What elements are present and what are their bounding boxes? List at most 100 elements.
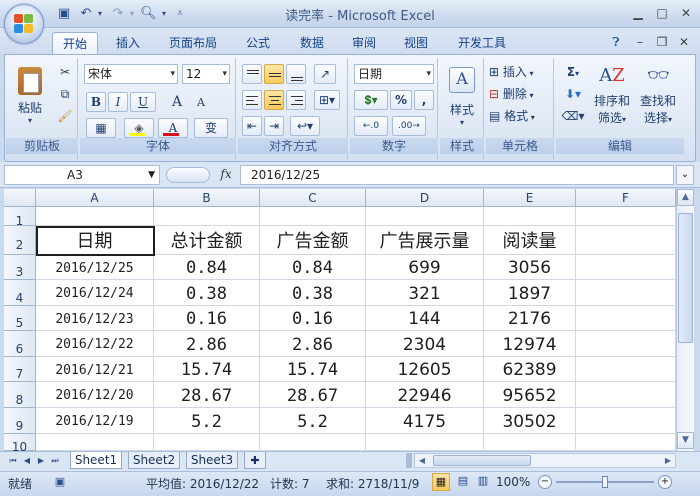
column-title-cell[interactable]: 广告金额 (260, 226, 366, 255)
row-header-2[interactable]: 2 (4, 226, 36, 255)
value-cell[interactable]: 22946 (366, 382, 484, 408)
horizontal-scroll-thumb[interactable] (433, 455, 531, 466)
increase-decimal-icon[interactable]: ←.0 (354, 116, 388, 136)
value-cell[interactable]: 12605 (366, 357, 484, 382)
value-cell[interactable]: 62389 (484, 357, 576, 382)
format-cells-button[interactable]: ▤ 格式 ▾ (488, 106, 552, 126)
value-cell[interactable]: 699 (366, 255, 484, 280)
cell[interactable] (154, 207, 260, 226)
delete-cells-button[interactable]: ⊟ 删除 ▾ (488, 84, 552, 104)
spreadsheet-grid[interactable]: ABCDEF 1 2 3 4 5 6 7 8 9 10 日期 总计金额 广告金额 广告展示量 阅读量 201… (4, 189, 676, 451)
paste-button[interactable]: 粘贴 ▾ (10, 62, 50, 130)
workbook-restore-icon[interactable]: ❐ (652, 34, 672, 50)
cell[interactable] (36, 434, 154, 451)
vertical-scrollbar[interactable]: ▲ ▼ (676, 189, 694, 451)
value-cell[interactable]: 5.2 (260, 408, 366, 434)
page-break-view-icon[interactable]: ▥ (474, 473, 492, 491)
tab-page-layout[interactable]: 页面布局 (162, 32, 224, 54)
date-cell[interactable]: 2016/12/19 (36, 408, 154, 434)
cell[interactable] (576, 207, 676, 226)
horizontal-scrollbar[interactable]: ◀ ▶ (414, 453, 676, 468)
row-header-5[interactable]: 5 (4, 306, 36, 331)
value-cell[interactable]: 0.84 (154, 255, 260, 280)
comma-button[interactable]: , (414, 90, 434, 110)
align-center-icon[interactable] (264, 90, 284, 110)
sheet-tab-3[interactable]: Sheet3 (186, 452, 238, 469)
value-cell[interactable]: 15.74 (260, 357, 366, 382)
cell[interactable] (576, 255, 676, 280)
cell[interactable] (260, 207, 366, 226)
decrease-indent-icon[interactable]: ⇤ (242, 116, 262, 136)
zoom-level[interactable]: 100% (496, 475, 530, 489)
cell[interactable] (576, 306, 676, 331)
normal-view-icon[interactable]: ▦ (432, 473, 450, 491)
value-cell[interactable]: 15.74 (154, 357, 260, 382)
date-cell[interactable]: 2016/12/22 (36, 331, 154, 357)
font-size-select[interactable]: 12 ▾ (182, 64, 230, 84)
date-cell[interactable]: 2016/12/25 (36, 255, 154, 280)
value-cell[interactable]: 0.16 (260, 306, 366, 331)
workbook-close-icon[interactable]: ✕ (674, 34, 694, 50)
font-color-icon[interactable]: A (158, 118, 188, 138)
date-cell[interactable]: 2016/12/24 (36, 280, 154, 306)
cell[interactable] (576, 331, 676, 357)
row-header-10[interactable]: 10 (4, 434, 36, 451)
preview-dropdown-icon[interactable]: ▾ (156, 6, 172, 22)
cell[interactable] (576, 226, 676, 255)
cell[interactable] (484, 434, 576, 451)
customize-qat-icon[interactable]: ⩡ (172, 6, 188, 22)
row-header-7[interactable]: 7 (4, 357, 36, 382)
copy-icon[interactable]: ⧉ (56, 84, 74, 102)
row-header-9[interactable]: 9 (4, 408, 36, 434)
save-icon[interactable]: ▣ (56, 6, 72, 22)
date-cell[interactable]: 2016/12/20 (36, 382, 154, 408)
value-cell[interactable]: 28.67 (260, 382, 366, 408)
cell[interactable] (154, 434, 260, 451)
redo-dropdown-icon[interactable]: ▾ (124, 6, 140, 22)
value-cell[interactable]: 2304 (366, 331, 484, 357)
workbook-minimize-icon[interactable]: – (630, 34, 650, 50)
column-header-b[interactable]: B (154, 189, 260, 207)
print-preview-icon[interactable]: 🔍︎ (140, 6, 157, 22)
page-layout-view-icon[interactable]: ▤ (454, 473, 472, 491)
value-cell[interactable]: 4175 (366, 408, 484, 434)
column-title-cell[interactable]: 总计金额 (154, 226, 260, 255)
sheet-tab-2[interactable]: Sheet2 (128, 452, 180, 469)
grow-font-button[interactable]: A (166, 92, 188, 112)
tab-insert[interactable]: 插入 (106, 32, 150, 54)
cell[interactable] (484, 207, 576, 226)
format-painter-icon[interactable]: 🖌︎ (56, 106, 74, 124)
insert-function-icon[interactable]: fx (216, 165, 236, 185)
cut-icon[interactable]: ✂ (56, 62, 74, 80)
zoom-in-icon[interactable]: + (658, 475, 672, 489)
row-header-8[interactable]: 8 (4, 382, 36, 408)
column-header-a[interactable]: A (36, 189, 154, 207)
formula-input[interactable]: 2016/12/25 (240, 165, 674, 185)
merge-center-icon[interactable]: ⊞▾ (314, 90, 340, 110)
vertical-scroll-thumb[interactable] (678, 213, 693, 343)
value-cell[interactable]: 12974 (484, 331, 576, 357)
value-cell[interactable]: 3056 (484, 255, 576, 280)
clear-icon[interactable]: ⌫▾ (560, 106, 586, 126)
value-cell[interactable]: 5.2 (154, 408, 260, 434)
undo-dropdown-icon[interactable]: ▾ (92, 6, 108, 22)
cell[interactable] (366, 207, 484, 226)
value-cell[interactable]: 0.38 (260, 280, 366, 306)
column-header-f[interactable]: F (576, 189, 676, 207)
cell[interactable] (260, 434, 366, 451)
value-cell[interactable]: 0.16 (154, 306, 260, 331)
accounting-format-icon[interactable]: 💲︎▾ (354, 90, 388, 110)
value-cell[interactable]: 144 (366, 306, 484, 331)
phonetic-button[interactable]: 变 (194, 118, 228, 138)
office-button[interactable] (4, 4, 44, 44)
zoom-out-icon[interactable]: − (538, 475, 552, 489)
value-cell[interactable]: 2.86 (154, 331, 260, 357)
number-format-select[interactable]: 日期 ▾ (354, 64, 434, 84)
prev-sheet-icon[interactable]: ◀ (20, 453, 34, 468)
scroll-down-icon[interactable]: ▼ (677, 432, 694, 449)
help-icon[interactable]: ❓︎ (606, 34, 626, 50)
expand-formula-bar-icon[interactable]: ⌄ (676, 165, 694, 185)
value-cell[interactable]: 0.38 (154, 280, 260, 306)
tab-home[interactable]: 开始 (52, 32, 98, 54)
value-cell[interactable]: 30502 (484, 408, 576, 434)
